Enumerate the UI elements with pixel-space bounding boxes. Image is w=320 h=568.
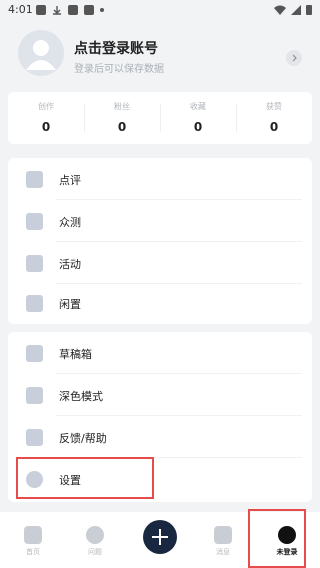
notification-icon [36,5,46,15]
settings-highlight-box [16,457,154,499]
mail-notification-icon [84,5,94,15]
stat-followers[interactable]: 粉丝 0 [84,92,160,144]
profile-arrow-button[interactable] [286,50,302,66]
home-icon [24,526,42,544]
notification-icons [36,5,104,15]
stat-value: 0 [193,120,203,134]
chat-icon [26,429,43,446]
stat-label: 创作 [38,102,54,111]
status-time: 4:01 [8,3,33,16]
app-notification-icon [68,5,78,15]
stat-label: 获赞 [266,102,282,111]
status-bar: 4:01 [0,0,320,22]
stat-creations[interactable]: 创作 0 [8,92,84,144]
idle-items-icon [26,295,43,312]
question-icon [86,526,104,544]
profile-header[interactable]: 点击登录账号 登录后可以保存数据 [0,22,320,92]
avatar[interactable] [18,30,64,76]
create-post-button[interactable] [143,520,177,554]
stats-card: 创作 0 粉丝 0 收藏 0 获赞 0 [8,92,312,144]
menu-item-drafts[interactable]: 草稿箱 [8,332,312,374]
menu-item-label: 众测 [59,216,81,229]
menu-item-dark-mode[interactable]: 深色模式 [8,374,312,416]
login-title[interactable]: 点击登录账号 [74,38,158,58]
plus-icon [152,529,168,545]
tab-label: 首页 [26,548,40,556]
menu-item-label: 活动 [59,258,81,271]
menu-item-review[interactable]: 点评 [8,158,312,200]
stat-value: 0 [41,120,51,134]
flag-icon [26,255,43,272]
tab-label: 问题 [88,548,102,556]
login-subtitle: 登录后可以保存数据 [74,64,164,75]
menu-item-label: 点评 [59,174,81,187]
chevron-right-icon [292,54,297,62]
system-icons [274,4,312,15]
stat-likes[interactable]: 获赞 0 [236,92,312,144]
profile-tab-highlight-box [248,509,306,568]
menu-item-label: 深色模式 [59,390,103,403]
menu-item-label: 草稿箱 [59,348,92,361]
stat-value: 0 [117,120,127,134]
more-notifications-dot-icon [100,8,104,12]
menu-item-idle[interactable]: 闲置 [8,282,312,324]
review-icon [26,171,43,188]
menu-item-label: 闲置 [59,298,81,311]
menu-item-activities[interactable]: 活动 [8,242,312,284]
stat-value: 0 [269,120,279,134]
wifi-icon [274,5,286,15]
tab-messages[interactable]: 消息 [198,512,248,568]
message-icon [214,526,232,544]
tab-label: 消息 [216,548,230,556]
tab-home[interactable]: 首页 [8,512,58,568]
brush-icon [26,387,43,404]
download-icon [53,6,61,15]
stat-label: 收藏 [190,102,206,111]
stat-label: 粉丝 [114,102,130,111]
stat-favorites[interactable]: 收藏 0 [160,92,236,144]
battery-icon [306,5,312,15]
menu-item-label: 反馈/帮助 [59,432,107,445]
menu-card-activities: 点评 众测 活动 闲置 [8,158,312,324]
user-placeholder-icon [26,40,56,70]
drafts-icon [26,345,43,362]
tab-questions[interactable]: 问题 [70,512,120,568]
signal-icon [291,4,301,15]
menu-item-feedback[interactable]: 反馈/帮助 [8,416,312,458]
crowd-test-icon [26,213,43,230]
menu-item-crowd-test[interactable]: 众测 [8,200,312,242]
